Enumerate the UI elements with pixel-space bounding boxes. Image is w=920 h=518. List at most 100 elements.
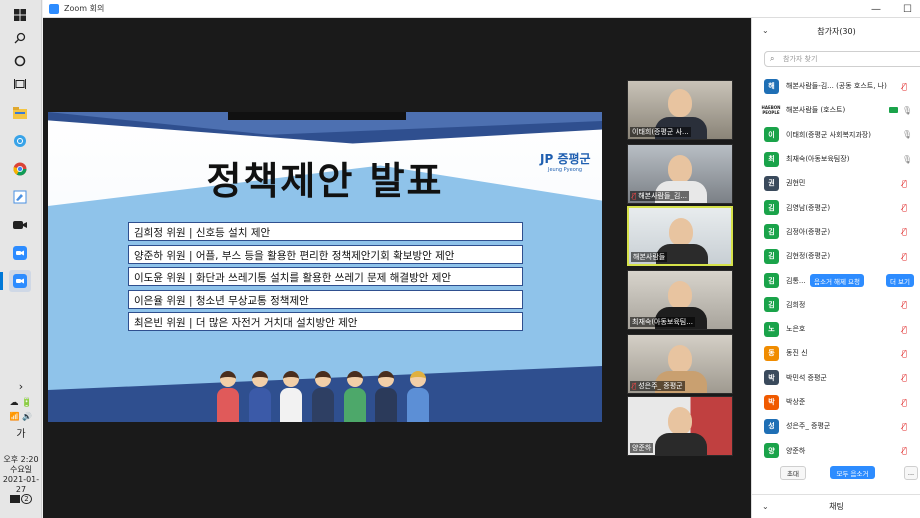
- notification-center-icon[interactable]: 2: [0, 494, 42, 504]
- muted-mic-icon: 🎙̸: [902, 203, 907, 213]
- tray-expand-chevron-icon[interactable]: ›: [0, 381, 42, 392]
- student-figure: [217, 371, 239, 422]
- participant-name: 성은주_ 증평군: [786, 422, 831, 431]
- video-tile[interactable]: 이태희(증평군 사...: [627, 80, 733, 140]
- participant-avatar: 성: [764, 418, 779, 434]
- panel-footer: 초대 모두 음소거 ...: [752, 466, 920, 486]
- video-tile[interactable]: 🎙̸ 성은주_ 증평군: [627, 334, 733, 394]
- student-figure: [406, 371, 429, 422]
- camera-mic-icons: 🎙: [889, 106, 912, 115]
- minimize-icon[interactable]: —: [871, 4, 881, 15]
- muted-mic-icon: 🎙̸: [902, 251, 907, 261]
- mic-icon: 🎙: [902, 130, 913, 140]
- participant-row[interactable]: 김 김정아(증평군) 🎙̸: [752, 220, 920, 244]
- proposal-item: 최은빈 위원 | 더 많은 자전거 거치대 설치방안 제안: [128, 312, 523, 331]
- participant-name: 해본사람들 (호스트): [786, 106, 846, 115]
- muted-mic-icon: 🎙̸: [902, 324, 907, 334]
- task-view-icon[interactable]: [9, 73, 31, 95]
- muted-mic-icon: 🎙̸: [902, 81, 907, 91]
- expand-chevron-icon[interactable]: ⌄: [762, 502, 769, 511]
- proposal-item: 김희정 위원 | 신호등 설치 제안: [128, 222, 523, 241]
- participant-name: 김희정: [786, 300, 806, 309]
- participant-row[interactable]: 김 김현정(증평군) 🎙̸: [752, 244, 920, 268]
- participant-row[interactable]: 김 김통... 음소거 해제 요청 더 보기: [752, 268, 920, 292]
- participant-row[interactable]: 성 성은주_ 증평군 🎙̸: [752, 414, 920, 438]
- participant-row[interactable]: 양 양준하 🎙̸: [752, 438, 920, 462]
- participant-row[interactable]: 박 박상준 🎙̸: [752, 390, 920, 414]
- muted-mic-icon: 🎙̸: [902, 373, 907, 383]
- participant-row[interactable]: HAEBON PEOPLE 해본사람들 (호스트) 🎙: [752, 98, 920, 122]
- desktop: › ☁ 🔋 📶 🔊 가 오후 2:20 수요일 2021-01-27 2 Zoo…: [0, 0, 920, 518]
- clock-date[interactable]: 2021-01-27: [0, 475, 42, 495]
- meeting-stage: 정책제안 발표 JP 증평군 Jeung Pyeong 김희정 위원 | 신호등…: [43, 18, 751, 518]
- muted-mic-icon: 🎙̸: [902, 300, 907, 310]
- clock-day[interactable]: 수요일: [0, 465, 42, 475]
- video-tile[interactable]: 최재숙(아동보육팀...: [627, 270, 733, 330]
- ask-to-unmute-button[interactable]: 음소거 해제 요청: [810, 274, 864, 288]
- participant-row[interactable]: 최 최재숙(아동보육팀장) 🎙: [752, 147, 920, 171]
- student-figure: [248, 371, 271, 422]
- maximize-icon[interactable]: ☐: [903, 4, 912, 15]
- search-placeholder: 참가자 찾기: [783, 55, 818, 63]
- participant-row[interactable]: 해 해본사람들-김... (공동 호스트, 나) 🎙̸: [752, 74, 920, 98]
- participant-row[interactable]: 김 김영남(증평군) 🎙̸: [752, 195, 920, 219]
- video-tile-active-speaker[interactable]: 해본사람들: [627, 206, 733, 266]
- windows-start-icon[interactable]: [9, 4, 31, 26]
- participant-avatar: 김: [764, 248, 779, 264]
- participant-name: 박상준: [786, 398, 806, 406]
- participant-avatar: 이: [764, 127, 779, 143]
- paint-icon[interactable]: [9, 186, 31, 208]
- mute-all-button[interactable]: 모두 음소거: [830, 466, 875, 479]
- file-explorer-icon[interactable]: [9, 102, 31, 124]
- tray-status-icons[interactable]: ☁ 🔋: [0, 398, 42, 408]
- search-icon[interactable]: [9, 27, 31, 49]
- participants-panel: ⌄ 참가자(30) ⌕ 참가자 찾기 해 해본사람들-김... (공동 호스트, …: [751, 18, 920, 518]
- participant-name: 김통...: [786, 276, 806, 285]
- clock-time[interactable]: 오후 2:20: [0, 455, 42, 465]
- participant-row[interactable]: 노 노은호 🎙̸: [752, 317, 920, 341]
- zoom-app-icon[interactable]: [9, 242, 31, 264]
- logo-sub-text: Jeung Pyeong: [548, 167, 583, 173]
- participants-header: ⌄ 참가자(30): [752, 18, 920, 44]
- participant-row[interactable]: 권 권현민 🎙̸: [752, 171, 920, 195]
- window-controls: — ☐: [871, 0, 912, 18]
- student-figure: [311, 371, 334, 422]
- cortana-icon[interactable]: [9, 50, 31, 72]
- participant-avatar: 동: [764, 345, 779, 361]
- chrome-icon[interactable]: [9, 158, 31, 180]
- video-tile[interactable]: 🎙̸ 해본사람들_김...: [627, 144, 733, 204]
- ime-indicator[interactable]: 가: [0, 430, 42, 440]
- participant-row[interactable]: 동 동진 신 🎙̸: [752, 341, 920, 365]
- network-volume-icon[interactable]: 📶 🔊: [0, 412, 42, 422]
- more-button[interactable]: 더 보기: [886, 274, 915, 288]
- window-title: Zoom 회의: [64, 4, 105, 13]
- participant-list: 해 해본사람들-김... (공동 호스트, 나) 🎙̸ HAEBON PEOPLE 해본…: [752, 74, 920, 463]
- proposal-list: 김희정 위원 | 신호등 설치 제안 양준하 위원 | 어플, 부스 등을 활용…: [128, 222, 523, 335]
- collapse-chevron-icon[interactable]: ⌄: [762, 26, 769, 35]
- windows-taskbar: › ☁ 🔋 📶 🔊 가 오후 2:20 수요일 2021-01-27 2: [0, 0, 42, 518]
- student-figure: [280, 371, 303, 422]
- participant-name: 김영남(증평군): [786, 203, 831, 212]
- participant-name: 박민석 증평군: [786, 373, 827, 382]
- invite-button[interactable]: 초대: [780, 466, 806, 480]
- muted-mic-icon: 🎙̸: [632, 192, 637, 200]
- slide-top-black-bar: [228, 112, 406, 120]
- video-tile[interactable]: 양준하: [627, 396, 733, 456]
- participant-name: 노은호: [786, 325, 806, 334]
- camera-app-icon[interactable]: [9, 214, 31, 236]
- zoom-meeting-taskbar-icon[interactable]: [0, 270, 31, 292]
- participant-name: 양준하: [786, 446, 806, 455]
- participant-search-input[interactable]: ⌕ 참가자 찾기: [764, 51, 920, 67]
- muted-mic-icon: 🎙̸: [902, 178, 907, 188]
- participant-row[interactable]: 이 이태희(증평군 사회복지과장) 🎙: [752, 123, 920, 147]
- browser-icon[interactable]: [9, 130, 31, 152]
- participant-avatar: 박: [764, 370, 779, 386]
- chat-section-header[interactable]: ⌄ 채팅: [752, 494, 920, 518]
- participant-row[interactable]: 박 박민석 증평군 🎙̸: [752, 366, 920, 390]
- proposal-item: 이은율 위원 | 청소년 무상교통 정책제안: [128, 289, 523, 309]
- participant-avatar: 김: [764, 200, 779, 216]
- participant-row[interactable]: 김 김희정 🎙̸: [752, 293, 920, 317]
- more-options-button[interactable]: ...: [904, 466, 918, 480]
- muted-mic-icon: 🎙̸: [902, 397, 907, 407]
- muted-mic-icon: 🎙̸: [902, 348, 907, 358]
